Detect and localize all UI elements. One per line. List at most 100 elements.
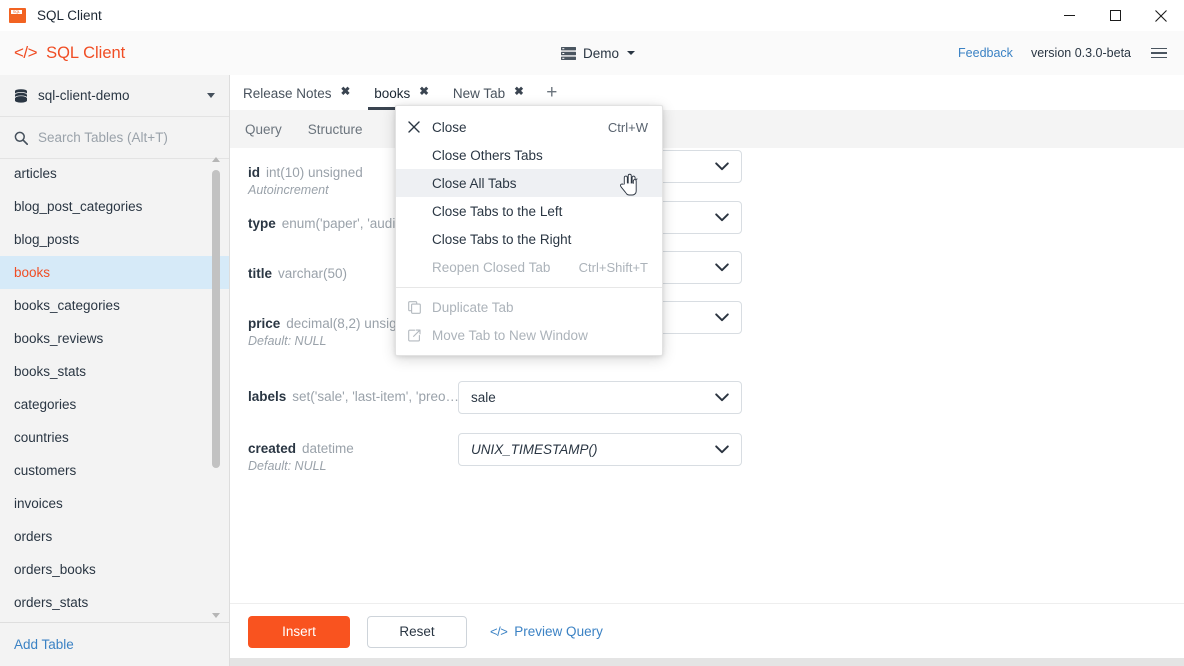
search-input[interactable] xyxy=(38,130,215,145)
reset-button[interactable]: Reset xyxy=(367,615,467,648)
menu-item-label: Close Tabs to the Left xyxy=(432,203,563,219)
table-name: countries xyxy=(14,430,69,445)
window-titlebar: SQL SQL Client xyxy=(0,0,1184,32)
menu-item-label: Close xyxy=(432,119,467,135)
add-table-link[interactable]: Add Table xyxy=(14,637,74,652)
preview-query-link[interactable]: </> Preview Query xyxy=(490,624,603,639)
column-name: title xyxy=(248,266,273,281)
menu-item-label: Close All Tabs xyxy=(432,175,517,191)
code-icon: </> xyxy=(490,624,508,639)
table-list-item[interactable]: invoices xyxy=(0,487,229,520)
table-list-item[interactable]: orders xyxy=(0,520,229,553)
table-name: categories xyxy=(14,397,77,412)
table-list-item[interactable]: blog_posts xyxy=(0,223,229,256)
menu-item: Reopen Closed Tab Ctrl+Shift+T xyxy=(396,253,662,281)
brand[interactable]: </> SQL Client xyxy=(14,43,125,63)
table-list-item[interactable]: articles xyxy=(0,157,229,190)
table-list-item[interactable]: books_reviews xyxy=(0,322,229,355)
version-label: version 0.3.0-beta xyxy=(1030,46,1131,60)
form-field-label: created datetime Default: NULL xyxy=(230,436,458,473)
menu-item[interactable]: Close Tabs to the Left xyxy=(396,197,662,225)
table-name: books_stats xyxy=(14,364,87,379)
table-list[interactable]: articles blog_post_categories blog_postsbo… xyxy=(0,157,229,619)
column-name: type xyxy=(248,216,276,231)
close-x-icon xyxy=(396,121,432,133)
editor-subtab-query[interactable]: Query xyxy=(232,122,295,137)
feedback-link[interactable]: Feedback xyxy=(958,46,1013,60)
menu-item-label: Close Others Tabs xyxy=(432,147,543,163)
close-icon[interactable] xyxy=(1138,0,1184,31)
table-list-item[interactable]: books_stats xyxy=(0,355,229,388)
search-tables-row[interactable] xyxy=(0,117,229,159)
menu-item-label: Reopen Closed Tab xyxy=(432,259,551,275)
scroll-up-icon[interactable] xyxy=(210,154,221,165)
menu-separator xyxy=(396,287,662,288)
scrollbar-thumb[interactable] xyxy=(211,170,220,468)
scroll-down-icon[interactable] xyxy=(210,610,221,621)
table-name: articles xyxy=(14,166,57,181)
table-name: customers xyxy=(14,463,77,478)
maximize-icon[interactable] xyxy=(1092,0,1138,31)
server-icon xyxy=(561,46,576,60)
column-type: varchar(50) xyxy=(278,266,348,281)
database-name: sql-client-demo xyxy=(38,88,130,103)
menu-item[interactable]: Close All Tabs xyxy=(396,169,662,197)
window-title: SQL Client xyxy=(37,8,102,23)
table-name: blog_post_categories xyxy=(14,199,143,214)
database-selector[interactable]: sql-client-demo xyxy=(0,75,229,117)
chevron-down-icon xyxy=(715,162,729,171)
form-field-control: sale xyxy=(458,381,758,414)
column-type: datetime xyxy=(302,441,354,456)
minimize-icon[interactable] xyxy=(1046,0,1092,31)
chevron-down-icon xyxy=(715,313,729,322)
sidebar-scrollbar[interactable] xyxy=(209,154,222,621)
column-type: enum('paper', 'audi xyxy=(281,216,396,231)
search-icon xyxy=(14,131,38,145)
menu-item-shortcut: Ctrl+Shift+T xyxy=(578,259,648,275)
table-list-item[interactable]: orders_books xyxy=(0,553,229,586)
menu-item: Move Tab to New Window xyxy=(396,321,662,349)
table-name: orders_stats xyxy=(14,595,89,610)
tab-close-icon[interactable]: ✖ xyxy=(419,87,429,99)
tab-context-menu[interactable]: Close Ctrl+W Close Others Tabs Close All Ta… xyxy=(395,105,663,356)
database-icon xyxy=(14,88,38,103)
table-list-item[interactable]: books xyxy=(0,256,229,289)
menu-item[interactable]: Close Ctrl+W xyxy=(396,113,662,141)
table-name: blog_posts xyxy=(14,232,80,247)
chevron-down-icon xyxy=(715,445,729,454)
table-list-item[interactable]: categories xyxy=(0,388,229,421)
editor-tab[interactable]: Release Notes ✖ xyxy=(230,76,361,110)
form-field-label: labels set('sale', 'last-item', 'preo… xyxy=(230,384,458,404)
column-name: id xyxy=(248,165,260,180)
table-list-item[interactable]: countries xyxy=(0,421,229,454)
table-list-item[interactable]: orders_stats xyxy=(0,586,229,619)
table-name: books_categories xyxy=(14,298,120,313)
menu-item[interactable]: Close Tabs to the Right xyxy=(396,225,662,253)
field-select-created[interactable]: UNIX_TIMESTAMP() xyxy=(458,433,742,466)
table-list-item[interactable]: customers xyxy=(0,454,229,487)
tab-strip: Release Notes ✖ books ✖ New Tab ✖ + xyxy=(230,75,1184,110)
field-select-value: UNIX_TIMESTAMP() xyxy=(471,442,598,457)
connection-selector[interactable]: Demo xyxy=(561,31,636,75)
tab-close-icon[interactable]: ✖ xyxy=(341,87,351,99)
editor-tab-label: Release Notes xyxy=(243,85,332,101)
tab-close-icon[interactable]: ✖ xyxy=(514,87,524,99)
menu-item[interactable]: Close Others Tabs xyxy=(396,141,662,169)
menu-item-shortcut: Ctrl+W xyxy=(607,119,648,135)
field-select-labels[interactable]: sale xyxy=(458,381,742,414)
brand-name: SQL Client xyxy=(46,43,126,62)
sidebar: sql-client-demo articles blog_post_catego… xyxy=(0,75,230,666)
insert-form: id int(10) unsigned Autoincrement type enum(… xyxy=(230,148,1184,603)
column-type: int(10) unsigned xyxy=(266,165,363,180)
column-type: decimal(8,2) unsig xyxy=(286,316,397,331)
form-action-bar: Insert Reset </> Preview Query xyxy=(230,603,1184,659)
table-list-item[interactable]: books_categories xyxy=(0,289,229,322)
table-list-item[interactable]: blog_post_categories xyxy=(0,190,229,223)
hamburger-icon[interactable] xyxy=(1151,47,1167,59)
duplicate-icon xyxy=(396,300,432,314)
editor-subtab-structure[interactable]: Structure xyxy=(295,122,376,137)
header-right-group: Feedback version 0.3.0-beta xyxy=(958,31,1184,75)
menu-item-label: Duplicate Tab xyxy=(432,299,514,315)
field-select-value: sale xyxy=(471,390,496,405)
insert-button[interactable]: Insert xyxy=(248,615,350,648)
